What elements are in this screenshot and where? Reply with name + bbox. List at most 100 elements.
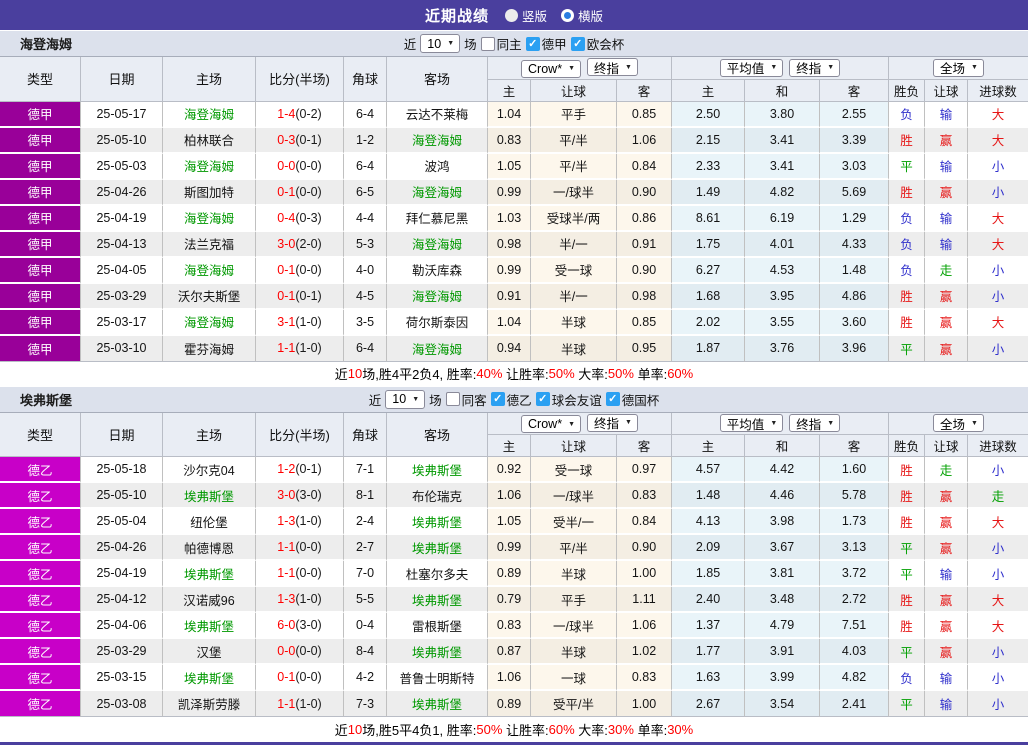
- match-row: 德甲 25-03-29 沃尔夫斯堡 0-1(0-1) 4-5 海登海姆 0.91…: [0, 283, 1028, 310]
- checkbox-label: 德乙: [506, 393, 532, 408]
- handicap-cell: 受球半/两: [531, 205, 617, 232]
- odds-away-cell: 1.06: [617, 127, 672, 154]
- away-team-cell[interactable]: 勒沃库森: [387, 257, 488, 284]
- avg-draw-cell: 3.80: [745, 101, 820, 128]
- away-team-cell[interactable]: 埃弗斯堡: [387, 509, 488, 535]
- away-team-cell[interactable]: 埃弗斯堡: [387, 639, 488, 665]
- odds-home-cell: 1.04: [488, 309, 531, 336]
- league-filter-checkbox-0[interactable]: ✓ 德乙: [490, 390, 532, 409]
- same-venue-checkbox[interactable]: 同主: [480, 34, 522, 53]
- league-filter-checkbox-1[interactable]: ✓ 球会友谊: [535, 390, 602, 409]
- subcolumn-header: 让球: [925, 79, 968, 102]
- handicap-result-cell: 赢: [925, 509, 968, 535]
- home-team-cell[interactable]: 沙尔克04: [163, 457, 256, 483]
- away-team-cell[interactable]: 拜仁慕尼黑: [387, 205, 488, 232]
- odds-away-cell: 1.11: [617, 587, 672, 613]
- handicap-result-cell: 赢: [925, 127, 968, 154]
- away-team-cell[interactable]: 雷根斯堡: [387, 613, 488, 639]
- avg-source-select[interactable]: 平均值 ▼: [719, 58, 784, 77]
- home-team-cell[interactable]: 斯图加特: [163, 179, 256, 206]
- home-team-cell[interactable]: 沃尔夫斯堡: [163, 283, 256, 310]
- home-team-cell[interactable]: 柏林联合: [163, 127, 256, 154]
- away-team-cell[interactable]: 普鲁士明斯特: [387, 665, 488, 691]
- result-scope-select[interactable]: 全场 ▼: [933, 58, 984, 77]
- home-team-cell[interactable]: 汉堡: [163, 639, 256, 665]
- result-scope-select[interactable]: 全场 ▼: [933, 414, 984, 433]
- away-team-cell[interactable]: 云达不莱梅: [387, 101, 488, 128]
- away-team-cell[interactable]: 埃弗斯堡: [387, 691, 488, 717]
- away-team-cell[interactable]: 埃弗斯堡: [387, 587, 488, 613]
- corner-cell: 6-4: [344, 335, 387, 362]
- avg-stage-select[interactable]: 终指 ▼: [789, 414, 841, 433]
- odds-away-cell: 0.91: [617, 231, 672, 258]
- home-team-cell[interactable]: 海登海姆: [163, 153, 256, 180]
- corner-cell: 6-4: [344, 153, 387, 180]
- home-team-cell[interactable]: 汉诺威96: [163, 587, 256, 613]
- avg-home-cell: 1.63: [672, 665, 745, 691]
- avg-away-cell: 2.55: [820, 101, 889, 128]
- goals-result-cell: 小: [968, 639, 1028, 665]
- summary-segment: 60%: [667, 366, 694, 381]
- home-team-cell[interactable]: 埃弗斯堡: [163, 613, 256, 639]
- away-team-cell[interactable]: 埃弗斯堡: [387, 457, 488, 483]
- away-team-cell[interactable]: 海登海姆: [387, 179, 488, 206]
- away-team-cell[interactable]: 杜塞尔多夫: [387, 561, 488, 587]
- home-team-cell[interactable]: 凯泽斯劳滕: [163, 691, 256, 717]
- home-team-cell[interactable]: 霍芬海姆: [163, 335, 256, 362]
- goals-result-cell: 大: [968, 613, 1028, 639]
- avg-source-select[interactable]: 平均值 ▼: [719, 414, 784, 433]
- home-team-cell[interactable]: 海登海姆: [163, 101, 256, 128]
- odds-stage-select[interactable]: 终指 ▼: [587, 413, 638, 432]
- away-team-cell[interactable]: 海登海姆: [387, 231, 488, 258]
- odds-source-select[interactable]: Crow* ▼: [521, 59, 582, 78]
- column-header: 日期: [81, 57, 163, 102]
- avg-away-cell: 4.82: [820, 665, 889, 691]
- home-team-cell[interactable]: 海登海姆: [163, 257, 256, 284]
- handicap-result-cell: 赢: [925, 535, 968, 561]
- away-team-cell[interactable]: 海登海姆: [387, 283, 488, 310]
- odds-stage-select[interactable]: 终指 ▼: [587, 58, 638, 76]
- avg-home-cell: 1.87: [672, 335, 745, 362]
- home-team-cell[interactable]: 纽伦堡: [163, 509, 256, 535]
- odds-source-select[interactable]: Crow* ▼: [521, 415, 582, 433]
- away-team-cell[interactable]: 埃弗斯堡: [387, 535, 488, 561]
- avg-draw-cell: 4.46: [745, 483, 820, 509]
- away-team-cell[interactable]: 布伦瑞克: [387, 483, 488, 509]
- away-team-cell[interactable]: 荷尔斯泰因: [387, 309, 488, 336]
- home-team-cell[interactable]: 帕德博恩: [163, 535, 256, 561]
- avg-away-cell: 1.73: [820, 509, 889, 535]
- handicap-result-cell: 赢: [925, 309, 968, 336]
- league-filter-checkbox-1[interactable]: ✓ 欧会杯: [570, 34, 624, 53]
- layout-option-vertical[interactable]: 竖版: [504, 6, 547, 25]
- table-header-row: 类型 日期 主场 比分(半场) 角球 客场 Crow* ▼ 终指 ▼ 平均值 ▼ 终指 ▼ 全场 ▼: [0, 412, 1028, 457]
- league-filter-checkbox-0[interactable]: ✓ 德甲: [525, 34, 567, 53]
- away-team-cell[interactable]: 海登海姆: [387, 335, 488, 362]
- checkbox-label: 球会友谊: [551, 393, 602, 408]
- home-team-cell[interactable]: 海登海姆: [163, 309, 256, 336]
- home-team-cell[interactable]: 法兰克福: [163, 231, 256, 258]
- away-team-cell[interactable]: 海登海姆: [387, 127, 488, 154]
- goals-result-cell: 小: [968, 561, 1028, 587]
- odds-home-cell: 1.06: [488, 665, 531, 691]
- summary-segment: 让胜率:: [502, 722, 549, 738]
- home-team-cell[interactable]: 埃弗斯堡: [163, 665, 256, 691]
- home-team-cell[interactable]: 埃弗斯堡: [163, 561, 256, 587]
- league-filter-checkbox-2[interactable]: ✓ 德国杯: [605, 390, 659, 409]
- same-venue-checkbox[interactable]: 同客: [445, 390, 487, 409]
- away-team-cell[interactable]: 波鸿: [387, 153, 488, 180]
- layout-option-horizontal[interactable]: 横版: [561, 6, 603, 25]
- date-cell: 25-03-10: [81, 335, 163, 362]
- result-cell: 负: [889, 101, 925, 128]
- result-cell: 胜: [889, 283, 925, 310]
- avg-draw-cell: 3.55: [745, 309, 820, 336]
- match-count-select[interactable]: 10 ▼: [385, 389, 426, 409]
- home-team-cell[interactable]: 埃弗斯堡: [163, 483, 256, 509]
- match-row: 德甲 25-03-17 海登海姆 3-1(1-0) 3-5 荷尔斯泰因 1.04…: [0, 309, 1028, 336]
- chevron-down-icon: ▼: [770, 419, 778, 427]
- match-count-select[interactable]: 10 ▼: [420, 34, 461, 53]
- handicap-result-cell: 输: [925, 231, 968, 258]
- avg-stage-select[interactable]: 终指 ▼: [789, 58, 841, 77]
- date-cell: 25-04-26: [81, 535, 163, 561]
- home-team-cell[interactable]: 海登海姆: [163, 205, 256, 232]
- odds-home-cell: 0.98: [488, 231, 531, 258]
